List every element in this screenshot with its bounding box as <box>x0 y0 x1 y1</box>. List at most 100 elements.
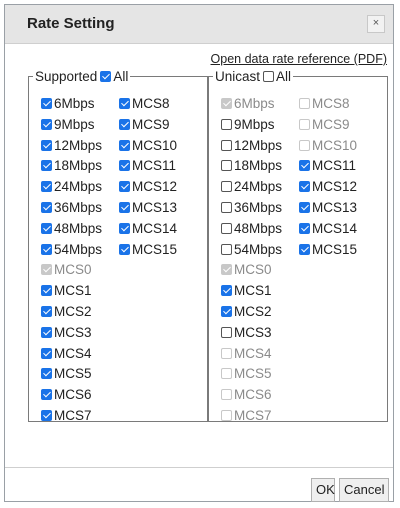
supported-rate-mcs5-label: MCS5 <box>54 366 92 382</box>
supported-rate-mcs2-label: MCS2 <box>54 304 92 319</box>
supported-rate-mcs8[interactable]: MCS8 <box>119 94 170 114</box>
unicast-rate-mcs11-checkbox[interactable] <box>299 160 310 172</box>
unicast-rate-mcs13[interactable]: MCS13 <box>299 198 357 218</box>
supported-rate-9mbps[interactable]: 9Mbps <box>41 115 95 135</box>
supported-rate-48mbps[interactable]: 48Mbps <box>41 219 102 239</box>
supported-rate-mcs15-checkbox[interactable] <box>119 243 130 255</box>
ok-button[interactable]: OK <box>311 478 335 502</box>
supported-rate-12mbps-checkbox[interactable] <box>41 139 52 151</box>
supported-rate-48mbps-checkbox[interactable] <box>41 222 52 234</box>
unicast-rate-mcs14-checkbox[interactable] <box>299 222 310 234</box>
close-icon[interactable]: × <box>367 15 385 33</box>
unicast-rate-mcs2[interactable]: MCS2 <box>221 302 272 322</box>
supported-rate-mcs1[interactable]: MCS1 <box>41 281 92 301</box>
supported-rate-54mbps-checkbox[interactable] <box>41 243 52 255</box>
supported-rate-mcs12-label: MCS12 <box>132 179 178 195</box>
supported-rate-12mbps[interactable]: 12Mbps <box>41 136 102 156</box>
unicast-rate-12mbps[interactable]: 12Mbps <box>221 136 282 156</box>
unicast-rate-6mbps: 6Mbps <box>221 94 275 114</box>
unicast-rate-36mbps[interactable]: 36Mbps <box>221 198 282 218</box>
unicast-rate-9mbps-checkbox[interactable] <box>221 118 232 130</box>
unicast-rate-24mbps[interactable]: 24Mbps <box>221 177 282 197</box>
unicast-rate-mcs14-label: MCS14 <box>312 220 358 236</box>
supported-rate-mcs13-label: MCS13 <box>132 200 178 215</box>
unicast-rate-24mbps-checkbox[interactable] <box>221 181 232 193</box>
unicast-rate-mcs12[interactable]: MCS12 <box>299 177 357 197</box>
unicast-rate-mcs13-checkbox[interactable] <box>299 202 310 213</box>
supported-rate-18mbps[interactable]: 18Mbps <box>41 156 102 176</box>
supported-rate-mcs15[interactable]: MCS15 <box>119 240 177 260</box>
supported-rate-mcs9-checkbox[interactable] <box>119 118 130 130</box>
unicast-rate-mcs15-label: MCS15 <box>312 241 358 257</box>
supported-rate-mcs7-checkbox[interactable] <box>41 410 52 421</box>
unicast-rate-mcs3[interactable]: MCS3 <box>221 323 272 343</box>
supported-rate-mcs1-checkbox[interactable] <box>41 285 52 297</box>
supported-rate-mcs15-label: MCS15 <box>132 241 178 257</box>
supported-rate-36mbps-checkbox[interactable] <box>41 202 52 213</box>
unicast-rate-54mbps-checkbox[interactable] <box>221 243 232 255</box>
footer-divider <box>5 467 393 468</box>
supported-rate-mcs8-checkbox[interactable] <box>119 98 130 109</box>
unicast-rate-48mbps-checkbox[interactable] <box>221 222 232 234</box>
supported-rate-mcs11[interactable]: MCS11 <box>119 156 176 176</box>
supported-rate-18mbps-label: 18Mbps <box>54 158 103 174</box>
supported-rate-mcs6-checkbox[interactable] <box>41 389 52 401</box>
unicast-rate-48mbps[interactable]: 48Mbps <box>221 219 282 239</box>
supported-rate-36mbps[interactable]: 36Mbps <box>41 198 102 218</box>
unicast-rate-mcs15-checkbox[interactable] <box>299 243 310 255</box>
supported-rate-mcs9-label: MCS9 <box>132 116 170 132</box>
supported-rate-mcs9[interactable]: MCS9 <box>119 115 170 135</box>
supported-rate-mcs14-checkbox[interactable] <box>119 222 130 234</box>
unicast-rate-9mbps[interactable]: 9Mbps <box>221 115 275 135</box>
supported-rate-mcs3[interactable]: MCS3 <box>41 323 92 343</box>
supported-rate-24mbps[interactable]: 24Mbps <box>41 177 102 197</box>
supported-rate-mcs10[interactable]: MCS10 <box>119 136 177 156</box>
supported-rate-mcs4[interactable]: MCS4 <box>41 344 92 364</box>
supported-rate-mcs2-checkbox[interactable] <box>41 306 52 317</box>
supported-rate-mcs0-label: MCS0 <box>54 262 92 278</box>
unicast-rate-mcs1-checkbox[interactable] <box>221 285 232 297</box>
supported-rate-6mbps[interactable]: 6Mbps <box>41 94 95 114</box>
data-rate-reference-link[interactable]: Open data rate reference (PDF) <box>211 52 387 66</box>
supported-rate-mcs5[interactable]: MCS5 <box>41 364 92 384</box>
supported-rate-mcs10-checkbox[interactable] <box>119 139 130 151</box>
supported-rate-mcs2[interactable]: MCS2 <box>41 302 92 322</box>
supported-rate-mcs13-checkbox[interactable] <box>119 202 130 213</box>
unicast-rate-mcs2-checkbox[interactable] <box>221 306 232 317</box>
supported-rate-6mbps-checkbox[interactable] <box>41 98 52 109</box>
supported-rate-mcs12[interactable]: MCS12 <box>119 177 177 197</box>
supported-rate-18mbps-checkbox[interactable] <box>41 160 52 172</box>
supported-rate-24mbps-checkbox[interactable] <box>41 181 52 193</box>
supported-rate-mcs12-checkbox[interactable] <box>119 181 130 193</box>
supported-rate-mcs6[interactable]: MCS6 <box>41 385 92 405</box>
supported-rate-mcs7[interactable]: MCS7 <box>41 406 92 426</box>
supported-rate-mcs13[interactable]: MCS13 <box>119 198 177 218</box>
cancel-button[interactable]: Cancel <box>339 478 389 502</box>
supported-rate-9mbps-checkbox[interactable] <box>41 118 52 130</box>
supported-rate-mcs14-label: MCS14 <box>132 220 178 236</box>
unicast-rate-mcs1[interactable]: MCS1 <box>221 281 272 301</box>
unicast-rate-mcs6-label: MCS6 <box>234 387 272 403</box>
supported-rate-mcs11-checkbox[interactable] <box>119 160 130 172</box>
unicast-rate-mcs0: MCS0 <box>221 260 272 280</box>
supported-rate-mcs14[interactable]: MCS14 <box>119 219 177 239</box>
supported-rate-9mbps-label: 9Mbps <box>54 116 95 132</box>
unicast-rate-18mbps-checkbox[interactable] <box>221 160 232 172</box>
supported-rate-54mbps[interactable]: 54Mbps <box>41 240 102 260</box>
unicast-all-checkbox[interactable] <box>263 69 276 84</box>
unicast-rate-mcs15[interactable]: MCS15 <box>299 240 357 260</box>
unicast-rate-mcs11[interactable]: MCS11 <box>299 156 356 176</box>
unicast-rate-mcs3-checkbox[interactable] <box>221 326 232 338</box>
unicast-rate-36mbps-checkbox[interactable] <box>221 202 232 213</box>
unicast-rate-mcs14[interactable]: MCS14 <box>299 219 357 239</box>
unicast-rate-18mbps[interactable]: 18Mbps <box>221 156 282 176</box>
supported-rate-36mbps-label: 36Mbps <box>54 200 103 215</box>
supported-rate-mcs3-checkbox[interactable] <box>41 326 52 338</box>
supported-rate-mcs4-checkbox[interactable] <box>41 347 52 359</box>
unicast-rate-mcs12-checkbox[interactable] <box>299 181 310 193</box>
supported-all-checkbox[interactable] <box>100 69 113 84</box>
unicast-rate-12mbps-checkbox[interactable] <box>221 139 232 151</box>
unicast-all-label: All <box>276 69 292 84</box>
unicast-rate-54mbps[interactable]: 54Mbps <box>221 240 282 260</box>
supported-rate-mcs5-checkbox[interactable] <box>41 368 52 380</box>
